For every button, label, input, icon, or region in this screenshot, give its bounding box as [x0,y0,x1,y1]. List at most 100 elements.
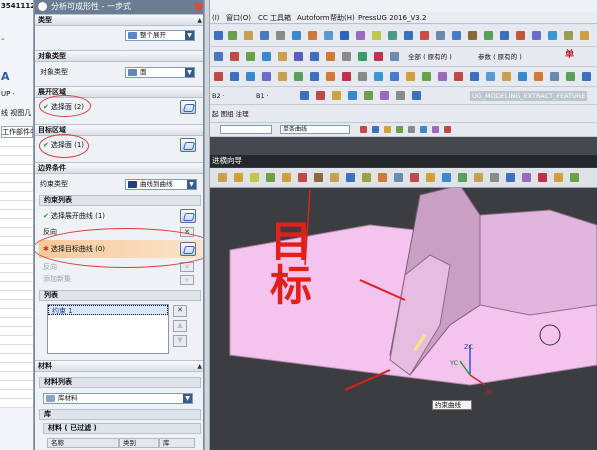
list-item[interactable]: 约束 1 [48,305,168,315]
menu-item[interactable]: (I) [212,12,220,24]
add-set-button[interactable]: + [180,275,194,285]
toolbar-icon[interactable] [470,72,479,81]
toolbar-icon[interactable] [324,31,333,40]
view-tool-icon[interactable] [250,173,259,182]
graphics-viewport[interactable]: 目标 ZC YC XC [210,155,597,450]
object-type-select[interactable]: 面 ▼ [125,67,195,78]
toolbar-icon[interactable] [380,91,389,100]
section-boundary[interactable]: 边界条件 [35,162,203,174]
section-object-type[interactable]: 对象类型 [35,50,203,62]
collapse-icon[interactable]: ▲ [197,361,202,372]
menu-item-help[interactable]: 帮助(H) [330,12,355,24]
toolbar-icon[interactable] [406,72,415,81]
all-filter-label[interactable]: 全部 ( 原有的 ) [408,52,452,62]
toolbar-icon[interactable] [438,72,447,81]
toolbar-icon[interactable] [566,72,575,81]
sec-b2-label[interactable]: B2 · [212,91,225,101]
single-label[interactable]: 单 [565,50,574,60]
view-items-label[interactable]: 起 图组 注理 [212,109,249,119]
view-tool-icon[interactable] [266,173,275,182]
view-tool-icon[interactable] [218,173,227,182]
view-tool-icon[interactable] [234,173,243,182]
toolbar-icon[interactable] [412,91,421,100]
toolbar-icon[interactable] [316,91,325,100]
toolbar-icon[interactable] [246,72,255,81]
toolbar-icon[interactable] [548,31,557,40]
material-select[interactable]: 库材料 ▼ [43,393,193,404]
toolbar-icon[interactable] [310,52,319,61]
toolbar-icon[interactable] [214,72,223,81]
face-select-button[interactable] [180,100,196,114]
toolbar-icon[interactable] [420,31,429,40]
toolbar-icon[interactable] [396,91,405,100]
toolbar-icon[interactable] [278,72,287,81]
toolbar-icon[interactable] [294,52,303,61]
constraint-list[interactable]: 约束 1 [47,304,169,354]
toolbar-icon[interactable] [486,72,495,81]
view-tool-icon[interactable] [506,173,515,182]
constraint-type-select[interactable]: 曲线到曲线 ▼ [125,179,197,190]
toolbar-icon[interactable] [516,31,525,40]
toolbar-icon[interactable] [342,72,351,81]
library-group[interactable]: 库 [39,409,201,420]
snap-icon[interactable] [420,126,427,133]
snap-icon[interactable] [432,126,439,133]
param-filter-label[interactable]: 参数 ( 原有的 ) [478,52,522,62]
toolbar-icon[interactable] [534,72,543,81]
snap-icon[interactable] [360,126,367,133]
toolbar-icon[interactable] [468,31,477,40]
toolbar-icon[interactable] [278,52,287,61]
close-icon[interactable] [195,3,202,10]
toolbar-icon[interactable] [532,31,541,40]
toolbar-icon[interactable] [580,31,589,40]
toolbar-icon[interactable] [326,52,335,61]
view-tool-icon[interactable] [410,173,419,182]
sec-b1-label[interactable]: B1 · [256,91,269,101]
view-tool-icon[interactable] [522,173,531,182]
list-group[interactable]: 列表 [39,290,201,301]
toolbar-icon[interactable] [422,72,431,81]
toolbar-icon[interactable] [262,52,271,61]
toolbar-icon[interactable] [230,72,239,81]
extract-feature-label[interactable]: UG_MODELING_EXTRACT_FEATURE [470,91,588,101]
toolbar-icon[interactable] [310,72,319,81]
curve-rule-select[interactable]: 单条曲线 [280,125,350,134]
toolbar-icon[interactable] [564,31,573,40]
menu-item-pressug[interactable]: PressUG 2016_V3.2 [358,12,426,24]
view-tool-icon[interactable] [490,173,499,182]
col-name-header[interactable]: 名称 [47,438,119,448]
toolbar-icon[interactable] [228,31,237,40]
view-tool-icon[interactable] [570,173,579,182]
toolbar-icon[interactable] [484,31,493,40]
type-select[interactable]: 整个展开 ▼ [125,30,195,41]
left-strip-item[interactable]: A [1,70,10,83]
toolbar-icon[interactable] [390,52,399,61]
snap-icon[interactable] [396,126,403,133]
snap-icon[interactable] [408,126,415,133]
toolbar-icon[interactable] [454,72,463,81]
view-tool-icon[interactable] [554,173,563,182]
toolbar-icon[interactable] [300,91,309,100]
add-new-set[interactable]: 添加新集 [43,273,71,285]
toolbar-icon[interactable] [348,91,357,100]
snap-icon[interactable] [444,126,451,133]
toolbar-icon[interactable] [308,31,317,40]
toolbar-icon[interactable] [332,91,341,100]
menu-item-autoform[interactable]: Autoform [297,12,330,24]
left-strip-item[interactable]: 工作部件中 [1,126,33,138]
target-face-select-button[interactable] [180,138,196,152]
left-strip-item[interactable]: 线 视图几 [1,108,31,118]
toolbar-icon[interactable] [214,31,223,40]
view-tool-icon[interactable] [474,173,483,182]
section-type[interactable]: 类型 ▲ [35,14,203,26]
view-tool-icon[interactable] [314,173,323,182]
toolbar-icon[interactable] [342,52,351,61]
toolbar-icon[interactable] [388,31,397,40]
toolbar-icon[interactable] [390,72,399,81]
toolbar-icon[interactable] [404,31,413,40]
toolbar-icon[interactable] [502,72,511,81]
col-category-header[interactable]: 类别 [119,438,159,448]
menu-item-cc-toolbox[interactable]: CC 工具箱 [258,12,291,24]
view-tool-icon[interactable] [394,173,403,182]
toolbar-icon[interactable] [294,72,303,81]
